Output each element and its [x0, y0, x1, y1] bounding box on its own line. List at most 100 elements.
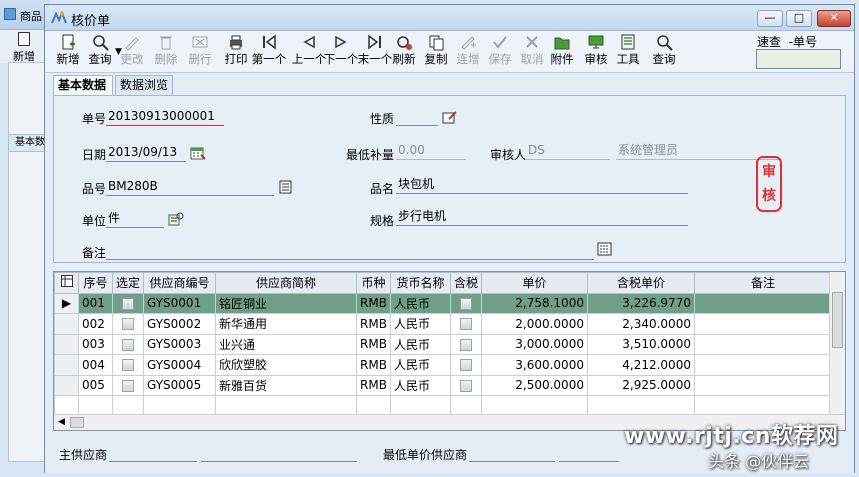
- minimize-button[interactable]: —: [757, 10, 783, 27]
- cell-tax-price[interactable]: 4,212.0000: [586, 354, 695, 376]
- tax-included-checkbox[interactable]: [459, 359, 472, 372]
- cell-seq[interactable]: 003: [78, 333, 113, 355]
- col-header-seq[interactable]: 序号: [78, 272, 113, 294]
- tab-data-browse[interactable]: 数据浏览: [115, 75, 173, 95]
- quick-search-input[interactable]: [756, 49, 841, 69]
- col-header-vendor-name[interactable]: 供应商简称: [215, 272, 358, 294]
- select-checkbox-cell[interactable]: [111, 354, 145, 376]
- col-header-vendor-no[interactable]: 供应商编号: [143, 272, 217, 294]
- maximize-button[interactable]: □: [786, 10, 812, 27]
- select-checkbox-cell[interactable]: [111, 292, 145, 314]
- cell-vendor-no[interactable]: GYS0004: [143, 354, 217, 376]
- cell-tax-price[interactable]: 2,340.0000: [586, 313, 695, 335]
- scroll-left-arrow-icon[interactable]: ◀: [58, 417, 65, 427]
- main-vendor-name-field[interactable]: [201, 444, 357, 462]
- memo-icon[interactable]: [597, 242, 613, 256]
- cell-vendor-no[interactable]: GYS0001: [143, 292, 217, 314]
- cell-tax-price[interactable]: 3,226.9770: [586, 292, 695, 314]
- tax-included-checkbox-cell[interactable]: [449, 313, 482, 335]
- col-header-select[interactable]: 选定: [111, 272, 145, 294]
- cell-remark[interactable]: [693, 313, 832, 335]
- toolbar-button-tools[interactable]: 工具: [613, 33, 643, 71]
- cell-price[interactable]: 2,758.1000: [480, 292, 588, 314]
- cell-vendor[interactable]: 铭匠铜业: [215, 292, 358, 314]
- min-replenish-field[interactable]: 0.00: [396, 142, 466, 160]
- select-checkbox[interactable]: [122, 379, 134, 392]
- toolbar-button-audit[interactable]: 审核: [581, 33, 611, 71]
- select-checkbox-cell[interactable]: [111, 313, 145, 335]
- background-new-button[interactable]: 新增: [6, 32, 42, 64]
- tax-included-checkbox[interactable]: [459, 318, 472, 331]
- cell-currency-name[interactable]: 人民币: [389, 313, 451, 335]
- order-no-field[interactable]: 20130913000001: [106, 108, 224, 126]
- cell-tax-price[interactable]: 3,510.0000: [586, 333, 695, 355]
- cell-currency[interactable]: RMB: [356, 313, 391, 335]
- toolbar-button-printer[interactable]: 打印: [221, 33, 251, 71]
- cell-currency-name[interactable]: 人民币: [389, 374, 451, 396]
- tax-included-checkbox[interactable]: [459, 379, 472, 392]
- cell-vendor[interactable]: 新华通用: [215, 313, 358, 335]
- current-row-indicator-icon[interactable]: ▶: [54, 292, 79, 314]
- toolbar-button-copy[interactable]: 复制: [421, 33, 451, 71]
- tax-included-checkbox[interactable]: [459, 338, 472, 351]
- cell-currency-name[interactable]: 人民币: [389, 354, 451, 376]
- title-bar[interactable]: 核价单 — □ ✕: [45, 5, 854, 31]
- vertical-scroll-thumb[interactable]: [832, 292, 843, 348]
- cell-vendor-no[interactable]: GYS0002: [143, 313, 217, 335]
- table-row[interactable]: 005 GYS0005 新雅百货 RMB 人民币 2,500.0000 2,925.0000: [54, 374, 832, 396]
- tab-basic-data[interactable]: 基本数据: [53, 75, 113, 95]
- row-header[interactable]: [54, 374, 79, 396]
- toolbar-button-folder[interactable]: 附件: [547, 33, 577, 71]
- table-row[interactable]: 004 GYS0004 欣欣塑胶 RMB 人民币 3,600.0000 4,212.0000: [54, 354, 832, 376]
- row-header[interactable]: [54, 333, 79, 355]
- cell-vendor[interactable]: 新雅百货: [215, 374, 358, 396]
- toolbar-button-check[interactable]: 保存: [485, 33, 515, 71]
- unit-lookup-icon[interactable]: [168, 212, 184, 226]
- horizontal-scroll-thumb[interactable]: [70, 417, 84, 428]
- edit-icon[interactable]: [442, 110, 458, 124]
- cell-remark[interactable]: [693, 354, 832, 376]
- toolbar-button-previous[interactable]: 上一个: [291, 33, 327, 71]
- tax-included-checkbox-cell[interactable]: [449, 333, 482, 355]
- toolbar-button-first[interactable]: 第一个: [251, 33, 287, 71]
- query-dropdown-arrow-icon[interactable]: ▼: [115, 47, 122, 57]
- col-header-price[interactable]: 单价: [480, 272, 588, 294]
- date-field[interactable]: 2013/09/13: [106, 144, 186, 162]
- row-header[interactable]: [54, 313, 79, 335]
- item-name-field[interactable]: 块包机: [396, 176, 688, 194]
- cell-currency-name[interactable]: 人民币: [389, 292, 451, 314]
- cell-tax-price[interactable]: 2,925.0000: [586, 374, 695, 396]
- cell-vendor-no[interactable]: GYS0005: [143, 374, 217, 396]
- cell-currency[interactable]: RMB: [356, 333, 391, 355]
- select-checkbox[interactable]: [122, 359, 134, 372]
- toolbar-button-last[interactable]: 末一个: [357, 33, 393, 71]
- toolbar-button-new-doc[interactable]: 新增: [53, 33, 83, 71]
- cell-price[interactable]: 3,000.0000: [480, 333, 588, 355]
- cell-seq[interactable]: 005: [78, 374, 113, 396]
- cell-price[interactable]: 2,000.0000: [480, 313, 588, 335]
- select-checkbox-cell[interactable]: [111, 333, 145, 355]
- toolbar-button-delete-row[interactable]: 删行: [185, 33, 215, 71]
- cell-seq[interactable]: 002: [78, 313, 113, 335]
- cell-seq[interactable]: 004: [78, 354, 113, 376]
- tax-included-checkbox-cell[interactable]: [449, 354, 482, 376]
- col-header-tax-price[interactable]: 含税单价: [586, 272, 695, 294]
- cell-remark[interactable]: [693, 292, 832, 314]
- col-header-tax-included[interactable]: 含税: [449, 272, 482, 294]
- cell-currency-name[interactable]: 人民币: [389, 333, 451, 355]
- cell-price[interactable]: 3,600.0000: [480, 354, 588, 376]
- calendar-icon[interactable]: [190, 146, 206, 160]
- cell-price[interactable]: 2,500.0000: [480, 374, 588, 396]
- cell-vendor-no[interactable]: GYS0003: [143, 333, 217, 355]
- tax-included-checkbox-cell[interactable]: [449, 374, 482, 396]
- vertical-scrollbar[interactable]: [829, 272, 845, 414]
- tax-included-checkbox[interactable]: [459, 297, 472, 310]
- select-checkbox-cell[interactable]: [111, 374, 145, 396]
- grid-settings-icon[interactable]: [54, 272, 79, 294]
- cell-currency[interactable]: RMB: [356, 374, 391, 396]
- close-button[interactable]: ✕: [817, 10, 851, 27]
- toolbar-button-cancel[interactable]: 取消: [517, 33, 547, 71]
- remark-field[interactable]: [106, 242, 594, 260]
- col-header-currency-name[interactable]: 货币名称: [389, 272, 451, 294]
- cell-seq[interactable]: 001: [78, 292, 113, 314]
